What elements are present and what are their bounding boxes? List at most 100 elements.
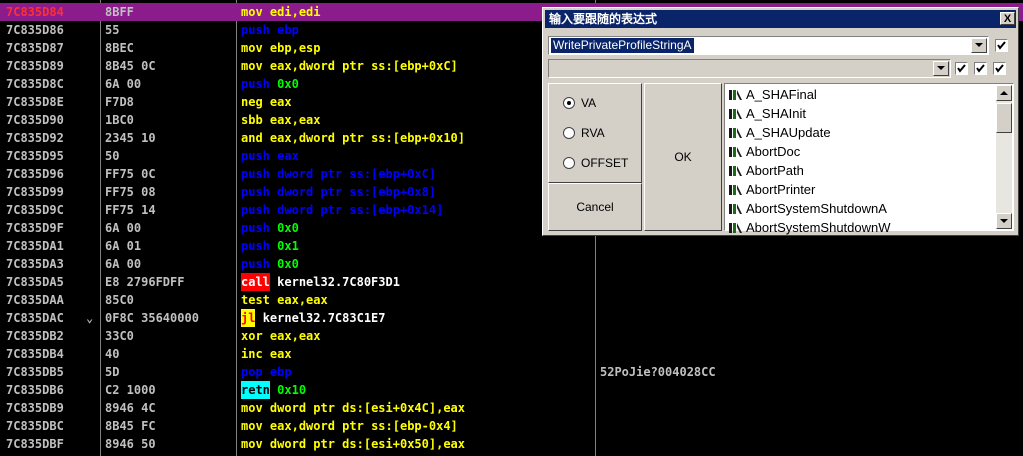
mnemonic: neg [241,95,263,109]
instruction-cell: call kernel32.7C80F3D1 [241,273,400,291]
instruction-row[interactable]: 7C835DA3 6A 00 push 0x0 [0,255,1023,273]
function-name: A_SHAInit [746,106,806,121]
address-cell: 7C835DAC [6,311,64,325]
operand: dword ptr ds:[esi+0x4C],eax [269,401,465,415]
address-cell: 7C835DB4 [6,347,64,361]
address-cell: 7C835DA5 [6,275,64,289]
mnemonic: push [241,167,270,181]
address-cell: 7C835DB9 [6,401,64,415]
dialog-title: 输入要跟随的表达式 [549,12,658,26]
module-function-icon [729,147,742,157]
instruction-row[interactable]: 7C835DBC 8B45 FC mov eax,dword ptr ss:[ebp… [0,417,1023,435]
hex-cell: 40 [105,347,120,361]
function-name: A_SHAFinal [746,87,817,102]
address-cell: 7C835DA3 [6,257,64,271]
operand: ebp [277,23,299,37]
cancel-button[interactable]: Cancel [548,183,642,231]
mnemonic: push [241,239,270,253]
close-button[interactable]: X [1000,12,1015,25]
scroll-up-button[interactable] [996,85,1012,101]
address-cell: 7C835DA1 [6,239,64,253]
address-cell: 7C835D90 [6,113,64,127]
instruction-row[interactable]: 7C835DB4 40 inc eax [0,345,1023,363]
instruction-row[interactable]: 7C835DA5 E8 2796FDFF call kernel32.7C80F3D… [0,273,1023,291]
address-cell: 7C835DB2 [6,329,64,343]
instruction-cell: push 0x0 [241,75,299,93]
instruction-row[interactable]: 7C835DAC ⌄ 0F8C 35640000 jl kernel32.7C83C1… [0,309,1023,327]
hex-cell: 8946 50 [105,437,156,451]
address-cell: 7C835D87 [6,41,64,55]
vertical-scrollbar[interactable] [996,85,1012,229]
mnemonic: sbb [241,113,263,127]
scroll-down-button[interactable] [996,213,1012,229]
checkmark-icon [976,64,985,73]
hex-cell: 85C0 [105,293,134,307]
instruction-cell: test eax,eax [241,291,328,309]
address-cell: 7C835DBC [6,419,64,433]
hex-cell: 6A 00 [105,257,142,271]
mnemonic: jl [241,309,256,327]
address-cell: 7C835D96 [6,167,64,181]
operand: ebp [269,365,292,379]
mnemonic: test [241,293,270,307]
operand: kernel32.7C83C1E7 [262,311,386,325]
instruction-row[interactable]: 7C835DA1 6A 01 push 0x1 [0,237,1023,255]
checkbox-3[interactable] [974,62,987,75]
function-list[interactable]: A_SHAFinal A_SHAInit A_SHAUpdate AbortDoc Ab… [724,83,1014,235]
expression-dropdown-button[interactable] [971,38,987,53]
mnemonic: mov [241,41,263,55]
hex-cell: 33C0 [105,329,134,343]
hex-cell: F7D8 [105,95,134,109]
checkbox-1[interactable] [995,39,1008,52]
function-name: AbortSystemShutdownA [746,201,887,216]
mnemonic: mov [241,401,263,415]
mnemonic: mov [241,437,263,451]
checkmark-icon [957,64,966,73]
operand: eax,eax [269,113,321,127]
function-name: AbortPath [746,163,804,178]
instruction-row[interactable]: 7C835DB5 5D pop ebp 52PoJie?004028CC [0,363,1023,381]
radio-button[interactable] [563,157,575,169]
radio-button[interactable] [563,127,575,139]
checkbox-2[interactable] [955,62,968,75]
instruction-row[interactable]: 7C835DB9 8946 4C mov dword ptr ds:[esi+0x4… [0,399,1023,417]
ok-button[interactable]: OK [644,83,722,231]
follow-expression-dialog: 输入要跟随的表达式 X WritePrivateProfileStringA V… [542,7,1019,236]
radio-button[interactable] [563,97,575,109]
chevron-down-icon [937,66,945,70]
instruction-row[interactable]: 7C835DB6 C2 1000 retn 0x10 [0,381,1023,399]
instruction-cell: push 0x1 [241,237,299,255]
address-cell: 7C835D86 [6,23,64,37]
instruction-cell: push dword ptr ss:[ebp+0x8] [241,183,436,201]
hex-cell: 5D [105,365,120,379]
instruction-row[interactable]: 7C835DAA 85C0 test eax,eax [0,291,1023,309]
operand: eax [269,347,292,361]
hex-cell: 8946 4C [105,401,156,415]
checkbox-4[interactable] [993,62,1006,75]
operand: 0x10 [277,383,307,397]
mnemonic: retn [241,381,270,399]
mnemonic: and [241,131,263,145]
address-cell: 7C835D95 [6,149,64,163]
scroll-thumb[interactable] [996,103,1012,133]
hex-cell: 8BFF [105,5,134,19]
instruction-row[interactable]: 7C835DB2 33C0 xor eax,eax [0,327,1023,345]
instruction-cell: neg eax [241,93,292,111]
hex-cell: 1BC0 [105,113,134,127]
address-mode-group: VA RVA OFFSET [548,83,642,183]
operand: dword ptr ds:[esi+0x50],eax [269,437,465,451]
operand: eax,eax [277,293,328,307]
dialog-titlebar[interactable]: 输入要跟随的表达式 X [545,10,1016,28]
mnemonic: xor [241,329,263,343]
expression-combobox[interactable]: WritePrivateProfileStringA [548,36,989,55]
address-cell: 7C835D8E [6,95,64,109]
module-function-icon [729,223,742,233]
instruction-row[interactable]: 7C835DBF 8946 50 mov dword ptr ds:[esi+0x5… [0,435,1023,453]
module-function-icon [729,90,742,100]
instruction-cell: mov dword ptr ds:[esi+0x50],eax [241,435,465,453]
secondary-dropdown-button[interactable] [933,61,949,76]
expression-input[interactable]: WritePrivateProfileStringA [551,38,694,53]
operand: dword ptr ss:[ebp+0x14] [277,203,444,217]
secondary-combobox[interactable] [548,59,951,78]
instruction-cell: pop ebp [241,363,292,381]
